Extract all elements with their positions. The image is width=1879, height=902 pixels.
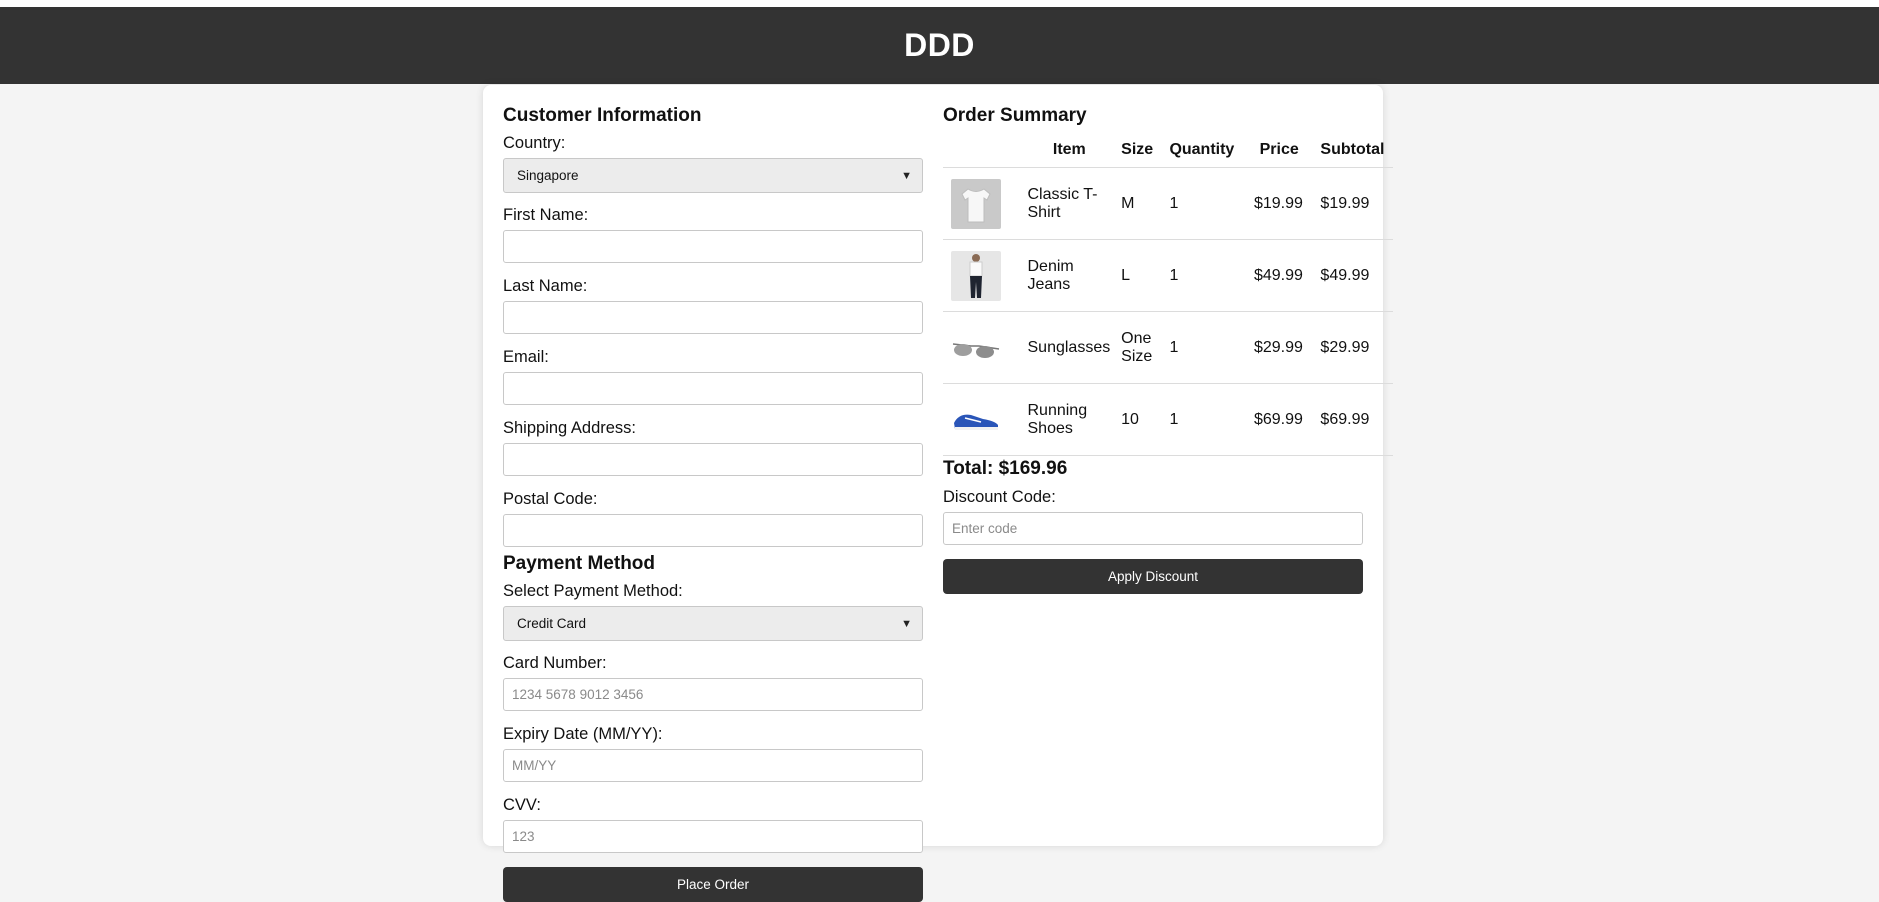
- sunglasses-image: [951, 322, 1001, 373]
- card-number-field[interactable]: [503, 678, 923, 711]
- apply-discount-button[interactable]: Apply Discount: [943, 559, 1363, 594]
- item-quantity: 1: [1161, 167, 1246, 240]
- payment-method-value: Credit Card: [517, 616, 587, 631]
- chevron-down-icon: ▼: [901, 617, 912, 630]
- order-total: Total: $169.96: [943, 458, 1068, 479]
- last-name-field[interactable]: [503, 301, 923, 334]
- first-name-label: First Name:: [503, 206, 589, 224]
- item-quantity: 1: [1161, 311, 1246, 384]
- email-label: Email:: [503, 348, 549, 366]
- item-price: $69.99: [1245, 383, 1313, 456]
- payment-method-label: Select Payment Method:: [503, 582, 683, 600]
- first-name-field[interactable]: [503, 230, 923, 263]
- order-heading: Order Summary: [943, 105, 1087, 126]
- col-price: Price: [1259, 141, 1299, 158]
- tshirt-image: [951, 178, 1001, 229]
- item-size: One Size: [1119, 311, 1162, 384]
- customer-heading: Customer Information: [503, 105, 702, 126]
- order-table: Item Size Quantity Price Subtotal Classi…: [943, 127, 1393, 456]
- expiry-field[interactable]: [503, 749, 923, 782]
- payment-heading: Payment Method: [503, 553, 656, 574]
- col-quantity: Quantity: [1169, 141, 1235, 158]
- payment-method-select[interactable]: Credit Card ▼: [503, 606, 923, 641]
- item-name: Running Shoes: [1019, 383, 1120, 456]
- customer-column: Customer Information Country: Singapore …: [503, 105, 923, 902]
- expiry-label: Expiry Date (MM/YY):: [503, 725, 663, 743]
- col-subtotal: Subtotal: [1320, 141, 1385, 158]
- postal-code-field[interactable]: [503, 514, 923, 547]
- item-subtotal: $19.99: [1312, 167, 1393, 240]
- item-price: $49.99: [1245, 239, 1313, 312]
- postal-label: Postal Code:: [503, 490, 598, 508]
- discount-code-field[interactable]: [943, 512, 1363, 545]
- col-item: Item: [1052, 141, 1086, 158]
- item-size: L: [1119, 239, 1162, 312]
- item-size: M: [1119, 167, 1162, 240]
- item-quantity: 1: [1161, 239, 1246, 312]
- item-subtotal: $69.99: [1312, 383, 1393, 456]
- address-label: Shipping Address:: [503, 419, 637, 437]
- item-quantity: 1: [1161, 383, 1246, 456]
- place-order-button[interactable]: Place Order: [503, 867, 923, 902]
- table-row: Denim Jeans L 1 $49.99 $49.99: [943, 239, 1393, 312]
- email-field[interactable]: [503, 372, 923, 405]
- cvv-field[interactable]: [503, 820, 923, 853]
- order-column: Order Summary Item Size Quantity Price S…: [943, 105, 1393, 594]
- item-price: $19.99: [1245, 167, 1313, 240]
- order-table-header: Item Size Quantity Price Subtotal: [943, 127, 1393, 168]
- jeans-image: [951, 250, 1001, 301]
- item-subtotal: $29.99: [1312, 311, 1393, 384]
- item-name: Classic T-Shirt: [1019, 167, 1120, 240]
- country-value: Singapore: [517, 168, 579, 183]
- col-size: Size: [1121, 141, 1154, 158]
- country-label: Country:: [503, 134, 566, 152]
- chevron-down-icon: ▼: [901, 169, 912, 182]
- shipping-address-field[interactable]: [503, 443, 923, 476]
- item-name: Denim Jeans: [1019, 239, 1120, 312]
- country-select[interactable]: Singapore ▼: [503, 158, 923, 193]
- item-name: Sunglasses: [1019, 311, 1120, 384]
- item-subtotal: $49.99: [1312, 239, 1393, 312]
- top-strip: [0, 0, 1879, 7]
- discount-label: Discount Code:: [943, 488, 1056, 506]
- cvv-label: CVV:: [503, 796, 541, 814]
- checkout-card: Customer Information Country: Singapore …: [483, 85, 1393, 902]
- table-row: Sunglasses One Size 1 $29.99 $29.99: [943, 311, 1393, 384]
- col-image: [943, 127, 1020, 168]
- card-number-label: Card Number:: [503, 654, 607, 672]
- item-size: 10: [1119, 383, 1162, 456]
- site-title: DDD: [904, 27, 975, 63]
- site-header: DDD: [0, 7, 1879, 84]
- table-row: Running Shoes 10 1 $69.99 $69.99: [943, 383, 1393, 456]
- table-row: Classic T-Shirt M 1 $19.99 $19.99: [943, 167, 1393, 240]
- shoes-image: [951, 394, 1001, 445]
- item-price: $29.99: [1245, 311, 1313, 384]
- last-name-label: Last Name:: [503, 277, 588, 295]
